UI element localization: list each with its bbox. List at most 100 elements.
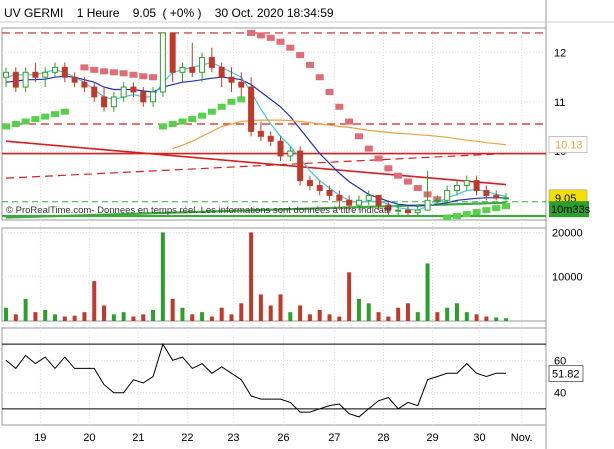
candle-body — [453, 185, 460, 191]
sar-low-marker — [11, 121, 20, 127]
panel-frame — [1, 327, 547, 426]
candle-body — [287, 150, 294, 157]
volume-bar — [53, 314, 58, 321]
chart-canvas: 19202122232627282930Nov.1211102000010000… — [0, 0, 614, 449]
candle-body — [208, 57, 215, 68]
volume-bar — [23, 298, 28, 321]
timeframe-label: 1 Heure — [76, 6, 120, 20]
sar-high-marker — [100, 68, 109, 75]
sar-low-marker — [188, 116, 197, 123]
volume-bar — [288, 312, 293, 321]
sar-high-marker — [149, 74, 158, 81]
candle-body — [32, 71, 39, 78]
volume-bar — [268, 305, 273, 321]
candle-body — [12, 71, 19, 88]
candle-body — [179, 66, 186, 73]
sar-low-marker — [237, 96, 246, 103]
x-tick-label: 23 — [227, 432, 239, 444]
sar-low-marker — [41, 113, 50, 120]
candle-body — [277, 140, 284, 157]
last-price: 9.05 — [132, 6, 157, 20]
candle-body — [130, 86, 137, 93]
volume-bar — [278, 294, 283, 321]
volume-bar — [356, 298, 361, 321]
candle-body — [316, 185, 323, 191]
candle-body — [52, 66, 59, 73]
candle-body — [463, 180, 470, 187]
x-tick-label: 22 — [181, 432, 193, 444]
x-tick-label: 19 — [34, 432, 46, 444]
sar-low-marker — [462, 211, 471, 218]
sar-low-marker — [168, 121, 177, 127]
moving-average-blue — [5, 75, 506, 207]
volume-bar — [180, 307, 185, 321]
candle-body — [473, 180, 480, 191]
candle-body — [365, 194, 372, 201]
candle-body — [404, 209, 411, 214]
candle-body — [169, 32, 176, 73]
candle-body — [306, 180, 313, 187]
sar-high-marker — [325, 89, 334, 95]
candle-body — [199, 57, 206, 73]
volume-bar — [249, 232, 254, 321]
volume-bar — [464, 312, 469, 321]
volume-bar — [415, 312, 420, 321]
candle-body — [228, 76, 235, 83]
candle-body — [267, 135, 274, 142]
sar-low-marker — [207, 108, 216, 115]
sar-low-marker — [51, 111, 60, 118]
sar-low-marker — [227, 98, 236, 105]
candle-body — [444, 189, 451, 201]
x-tick-label: 26 — [277, 432, 289, 444]
moving-average-orange — [172, 119, 507, 150]
candle-body — [81, 81, 88, 88]
sar-low-marker — [482, 207, 491, 214]
volume-bar — [337, 316, 342, 321]
volume-bar — [141, 314, 146, 321]
y-tick-label: 20000 — [552, 227, 583, 239]
candle-body — [91, 86, 98, 98]
candle-body — [159, 32, 166, 93]
candle-body — [395, 209, 402, 212]
sar-low-marker — [60, 108, 69, 115]
x-tick-label: 20 — [83, 432, 95, 444]
candle-body — [3, 71, 9, 78]
volume-bar — [405, 303, 410, 321]
sar-high-marker — [247, 29, 256, 36]
volume-bar — [4, 307, 8, 321]
moving-average-cyan — [5, 61, 507, 211]
sar-high-marker — [109, 69, 118, 76]
candle-body — [61, 66, 68, 78]
sar-low-marker — [2, 123, 10, 130]
chart-header: UV GERMI 1 Heure 9.05 ( +0% ) 30 Oct. 20… — [4, 6, 344, 20]
volume-bar — [396, 307, 401, 321]
sar-high-marker — [80, 64, 89, 71]
volume-bar — [72, 315, 77, 321]
sar-high-marker — [296, 52, 305, 59]
volume-bar — [425, 263, 430, 321]
candle-body — [140, 91, 147, 103]
volume-bar — [33, 312, 38, 321]
sar-high-marker — [119, 70, 128, 77]
volume-bar — [121, 312, 126, 321]
sar-low-marker — [217, 103, 226, 110]
x-tick-label: 21 — [132, 432, 144, 444]
candle-body — [375, 194, 382, 206]
sar-high-marker — [139, 73, 148, 80]
sar-high-marker — [256, 32, 265, 39]
ma-value-label: 10.13 — [555, 140, 583, 152]
volume-bar — [62, 316, 67, 321]
volume-bar — [258, 294, 263, 321]
candle-body — [120, 86, 127, 98]
volume-bar — [454, 303, 459, 321]
candle-body — [101, 96, 108, 108]
sar-high-marker — [345, 118, 354, 125]
volume-bar — [484, 316, 489, 321]
price-panel — [2, 29, 546, 221]
sar-high-marker — [394, 172, 403, 179]
volume-bar — [298, 305, 303, 321]
sar-high-marker — [413, 185, 422, 191]
sar-low-marker — [443, 214, 452, 221]
y-tick-label: 12 — [554, 48, 566, 60]
sar-high-marker — [305, 61, 314, 68]
